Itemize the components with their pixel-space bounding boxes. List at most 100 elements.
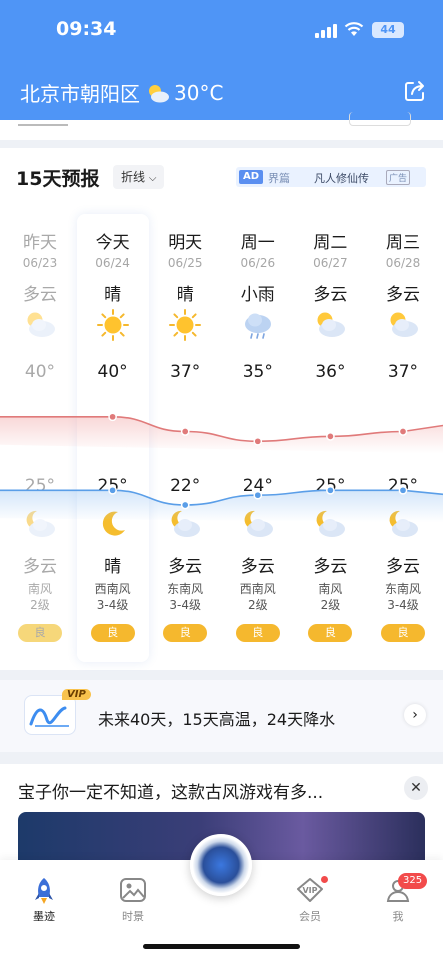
wind-direction: 南风 — [27, 582, 52, 596]
status-bar: 09:34 44 — [0, 0, 443, 58]
day-name: 周一 — [240, 233, 275, 253]
ad-banner[interactable]: AD 界篇 凡人修仙传 广告 — [236, 167, 426, 187]
night-weather: 多云 — [240, 557, 275, 577]
vip-text: 未来40天，15天高温，24天降水 — [98, 710, 336, 729]
day-date: 06/23 — [22, 256, 58, 270]
wind-level: 2级 — [30, 598, 50, 612]
low-temp: 25° — [315, 476, 346, 496]
location-name: 北京市朝阳区 — [20, 82, 140, 106]
night-weather: 多云 — [23, 557, 57, 577]
chart-mode-dropdown[interactable]: 折线 ⌵ — [113, 165, 165, 189]
partly-cloudy-icon — [4, 307, 76, 347]
current-temp: 30°C — [174, 80, 224, 105]
tab-label: 我 — [392, 910, 404, 923]
forecast-day-column[interactable]: 周二 06/27 多云 36° 25° 多云 南风 2级良 — [294, 214, 366, 674]
wind-level: 2级 — [320, 598, 341, 612]
low-temp: 25° — [387, 476, 419, 496]
rain-icon — [222, 307, 294, 347]
sun-icon — [149, 307, 221, 347]
partly-cloudy-icon — [367, 307, 439, 347]
chart-mode-label: 折线 — [121, 170, 146, 184]
tab-label: 时景 — [122, 910, 144, 923]
top-bar: 09:34 44 北京市朝阳区 30°C — [0, 0, 443, 120]
air-quality-badge: 良 — [163, 624, 208, 642]
wind-level: 3-4级 — [387, 598, 419, 612]
partly-cloudy-icon — [149, 84, 169, 102]
tab-scenery[interactable]: 时景 — [103, 876, 163, 924]
trend-icon — [29, 706, 69, 727]
day-name: 今天 — [95, 233, 130, 253]
ad-text-2: 凡人修仙传 — [314, 172, 369, 185]
high-temp: 37° — [387, 362, 419, 382]
rocket-icon — [35, 878, 53, 904]
night-weather: 多云 — [386, 557, 420, 577]
day-date: 06/27 — [313, 256, 348, 270]
wifi-icon — [344, 22, 364, 36]
high-temp: 40° — [24, 362, 56, 382]
moon-cloud-icon — [367, 506, 439, 546]
day-date: 06/26 — [240, 256, 276, 270]
low-temp: 24° — [242, 476, 273, 496]
low-temp: 22° — [170, 476, 201, 496]
night-weather: 晴 — [104, 557, 122, 577]
high-temp: 37° — [170, 362, 201, 382]
wind-direction: 南风 — [318, 582, 343, 596]
forecast-day-column[interactable]: 周三 06/28 多云 37° 25° 多云 东南风 3-4级良 — [367, 214, 439, 674]
day-name: 周三 — [386, 233, 420, 253]
cellular-signal-icon — [315, 24, 337, 38]
day-weather: 多云 — [313, 285, 348, 305]
status-time: 09:34 — [56, 18, 117, 40]
profile-badge: 325 — [398, 873, 428, 889]
close-icon[interactable]: ✕ — [404, 776, 428, 800]
tab-label: 会员 — [299, 910, 321, 923]
moon-cloud-icon — [4, 506, 76, 546]
forecast-day-column[interactable]: 今天 06/24 晴 40° 25° 晴西南风 3-4级良 — [77, 214, 149, 674]
wind-direction: 东南风 — [167, 582, 204, 596]
location-header[interactable]: 北京市朝阳区 30°C — [20, 78, 223, 107]
moon-cloud-icon — [294, 506, 366, 546]
air-quality-badge: 良 — [308, 624, 353, 642]
chevron-right-icon[interactable]: › — [404, 704, 426, 726]
ad-tag: AD — [239, 170, 264, 184]
vip-forecast-banner[interactable]: VIP 未来40天，15天高温，24天降水 › — [0, 680, 443, 752]
moon-cloud-icon — [149, 506, 221, 546]
high-temp: 40° — [97, 362, 128, 382]
moon-cloud-icon — [222, 506, 294, 546]
day-weather: 小雨 — [240, 285, 275, 305]
day-weather: 多云 — [23, 285, 57, 305]
center-weather-button[interactable] — [190, 834, 252, 896]
home-indicator — [143, 944, 300, 949]
day-date: 06/24 — [95, 256, 130, 270]
forecast-day-column[interactable]: 周一 06/26 小雨 35° 24° 多云 西南风 2级良 — [222, 214, 294, 674]
forecast-day-column[interactable]: 明天 06/25 晴 37° 22° 多云 东南风 3-4级良 — [149, 214, 221, 674]
wind-level: 3-4级 — [96, 598, 129, 612]
day-name: 周二 — [313, 233, 348, 253]
air-quality-badge: 良 — [235, 624, 280, 642]
air-quality-badge: 良 — [381, 624, 425, 642]
moon-icon — [77, 506, 149, 546]
tab-moji[interactable]: 墨迹 — [14, 876, 74, 924]
news-title[interactable]: 宝子你一定不知道，这款古风游戏有多... — [18, 778, 323, 803]
wind-direction: 西南风 — [239, 582, 276, 596]
forecast-card: 15天预报 折线 ⌵ AD 界篇 凡人修仙传 广告 昨天 06/23 多云 40° 25… — [0, 148, 443, 670]
wind-level: 2级 — [247, 598, 268, 612]
air-quality-badge: 良 — [90, 624, 135, 642]
share-icon[interactable] — [403, 79, 427, 103]
vip-forecast-logo — [24, 695, 76, 735]
image-icon — [120, 878, 146, 902]
wind-direction: 东南风 — [384, 582, 421, 596]
day-weather: 多云 — [386, 285, 420, 305]
svg-text:VIP: VIP — [302, 886, 317, 895]
forecast-title: 15天预报 — [16, 168, 100, 190]
wind-direction: 西南风 — [94, 582, 131, 596]
previous-section-edge — [0, 112, 443, 140]
day-name: 明天 — [168, 233, 203, 253]
sun-icon — [77, 307, 149, 347]
tab-label: 墨迹 — [33, 910, 55, 923]
low-temp: 25° — [24, 476, 56, 496]
tab-member[interactable]: VIP 会员 — [280, 876, 340, 924]
high-temp: 36° — [315, 362, 346, 382]
air-quality-badge: 良 — [18, 624, 62, 642]
wind-level: 3-4级 — [169, 598, 201, 612]
forecast-day-column[interactable]: 昨天 06/23 多云 40° 25° 多云 南风 2级良 — [4, 214, 76, 674]
